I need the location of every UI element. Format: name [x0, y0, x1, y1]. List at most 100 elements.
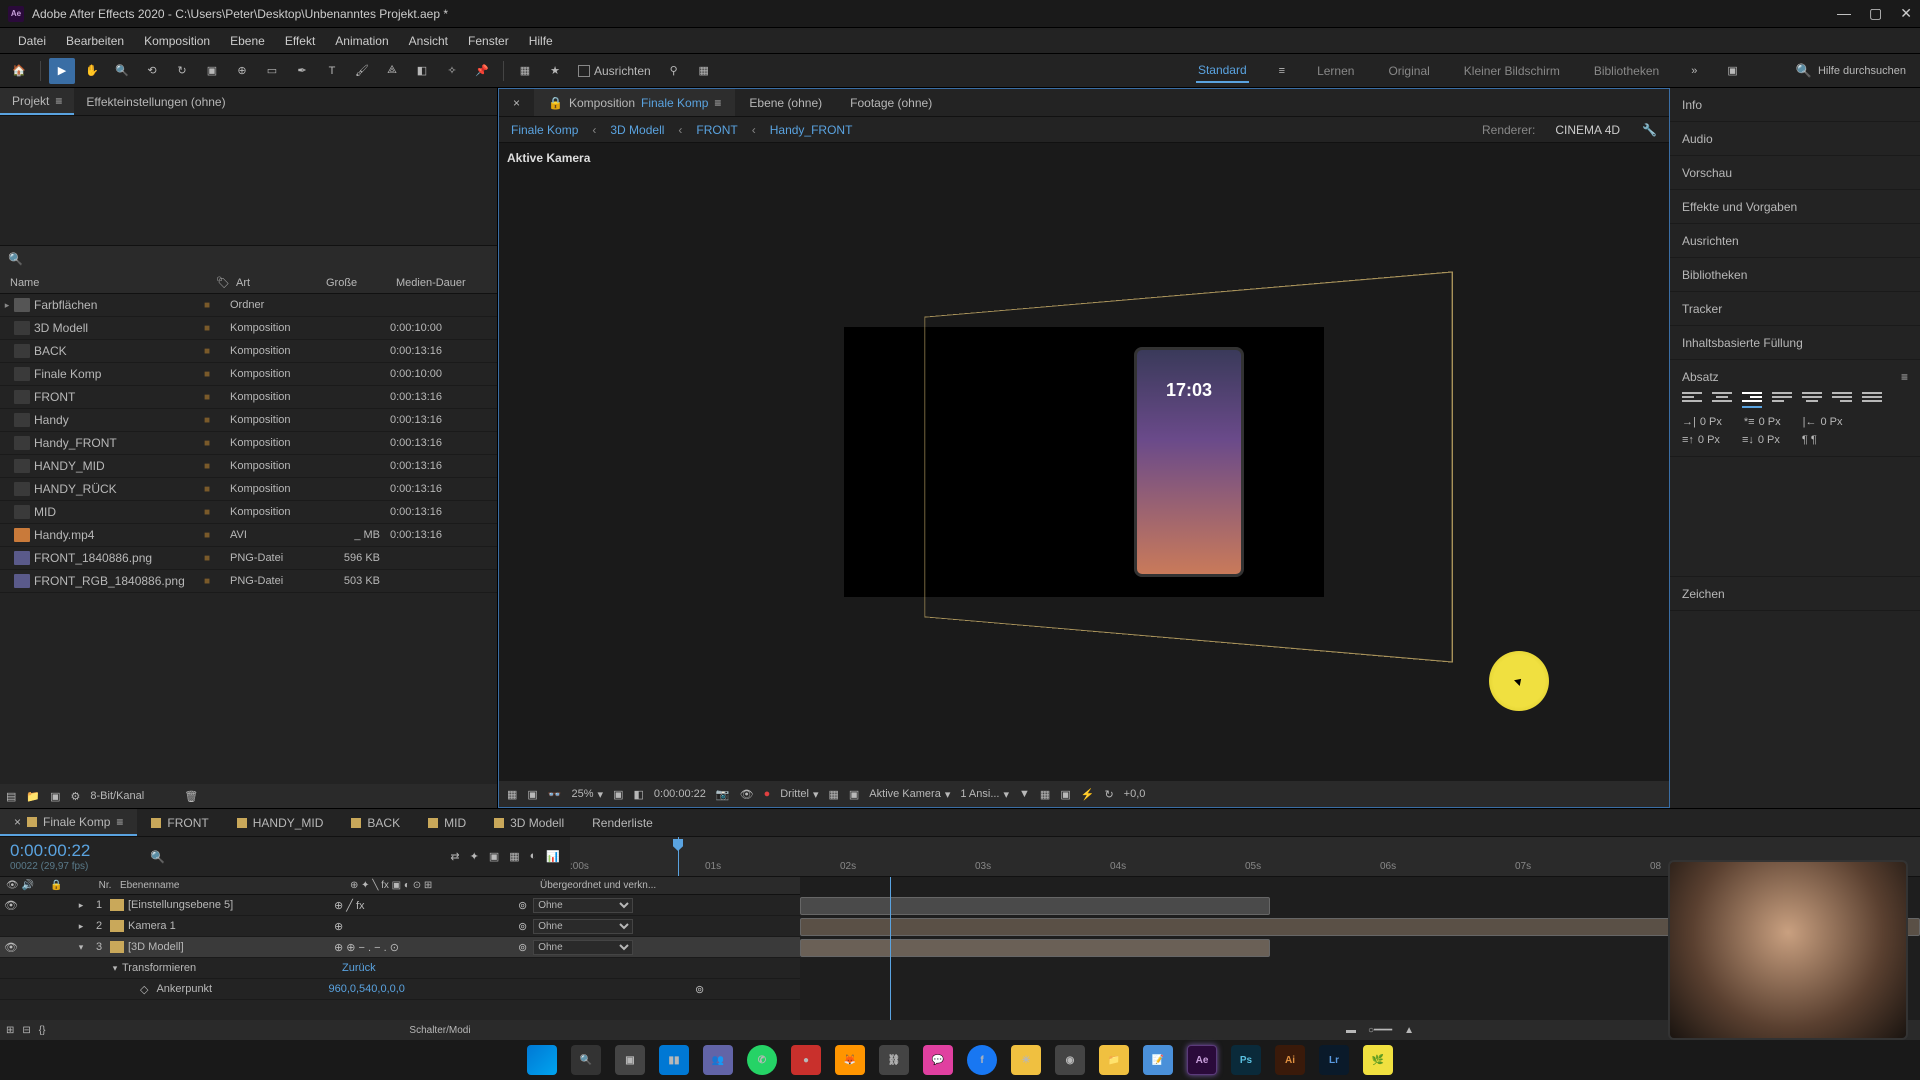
stamp-tool-icon[interactable]: ⟁ [379, 58, 405, 84]
panbehind-tool-icon[interactable]: ⊕ [229, 58, 255, 84]
comp-tab-close-icon[interactable]: × [499, 89, 534, 116]
absatz-title[interactable]: Absatz [1682, 370, 1719, 384]
composition-viewer[interactable]: Aktive Kamera 17:03 [499, 143, 1669, 781]
orbit-tool-icon[interactable]: ⟲ [139, 58, 165, 84]
guides-icon[interactable]: ▣ [1060, 788, 1070, 801]
indent-right[interactable]: |← 0 Px [1803, 416, 1843, 428]
workspace-klein[interactable]: Kleiner Bildschirm [1462, 60, 1562, 82]
tab-menu-icon[interactable]: ≡ [116, 815, 123, 829]
tag-swatch[interactable] [204, 391, 230, 403]
space-after[interactable]: ≡↓ 0 Px [1742, 434, 1780, 446]
workspace-frame-icon[interactable]: ▣ [1727, 64, 1737, 77]
header-ebenenname[interactable]: Ebenenname [120, 880, 350, 891]
app-icon[interactable]: ☀ [1011, 1045, 1041, 1075]
phone-layer[interactable]: 17:03 [1134, 347, 1244, 577]
transform-row[interactable]: ▾ Transformieren Zurück [0, 958, 800, 979]
region-icon[interactable]: ▣ [849, 788, 859, 801]
workspace-standard[interactable]: Standard [1196, 59, 1249, 83]
panel-audio[interactable]: Audio [1670, 122, 1920, 156]
maximize-button[interactable]: ▢ [1869, 5, 1882, 22]
tag-swatch[interactable] [204, 529, 230, 541]
panel-inhaltsbasiert[interactable]: Inhaltsbasierte Füllung [1670, 326, 1920, 360]
timeline-timecode[interactable]: 0:00:00:22 00022 (29,97 fps) [0, 837, 140, 876]
tab-effekteinstellungen[interactable]: Effekteinstellungen (ohne) [74, 88, 237, 115]
3d-icon[interactable]: ▼ [1019, 788, 1030, 800]
hand-tool-icon[interactable]: ✋ [79, 58, 105, 84]
panel-ausrichten[interactable]: Ausrichten [1670, 224, 1920, 258]
timeline-layer-row[interactable]: 👁 ▾ 3 [3D Modell] ⊕ ⊕ − . − . ⊙ ⊚ Ohne [0, 937, 800, 958]
align-center-icon[interactable] [1712, 392, 1732, 408]
zoom-tool-icon[interactable]: 🔍 [109, 58, 135, 84]
expand-arrow-icon[interactable]: ▸ [74, 921, 88, 932]
eraser-tool-icon[interactable]: ◧ [409, 58, 435, 84]
grid-icon[interactable]: ▦ [1040, 788, 1050, 801]
breadcrumb-item[interactable]: Finale Komp [511, 123, 578, 137]
camera-dropdown[interactable]: Aktive Kamera ▾ [869, 788, 950, 801]
tag-swatch[interactable] [204, 575, 230, 587]
expand-arrow-icon[interactable]: ▸ [74, 900, 88, 911]
tl-shy-icon[interactable]: ▣ [489, 850, 499, 863]
parent-dropdown[interactable]: ⊚ Ohne [508, 919, 708, 934]
layer-color-swatch[interactable] [110, 920, 124, 932]
close-tab-icon[interactable]: × [14, 815, 21, 829]
indent-left[interactable]: →| 0 Px [1682, 416, 1722, 428]
photoshop-icon[interactable]: Ps [1231, 1045, 1261, 1075]
tag-swatch[interactable] [204, 345, 230, 357]
snap-grid-icon[interactable]: ▦ [691, 58, 717, 84]
lock-icon[interactable]: 🔒 [548, 96, 563, 110]
renderer-value[interactable]: CINEMA 4D [1555, 123, 1620, 137]
explorer-icon[interactable]: 📁 [1099, 1045, 1129, 1075]
parent-dropdown[interactable]: ⊚ Ohne [508, 898, 708, 913]
tab-komposition[interactable]: 🔒 Komposition Finale Komp ≡ [534, 89, 735, 116]
visibility-toggle[interactable]: 👁 [0, 941, 22, 954]
header-groesse[interactable]: Große [326, 277, 396, 289]
start-button[interactable] [527, 1045, 557, 1075]
comp-timecode[interactable]: 0:00:00:22 [654, 788, 706, 800]
direction-icon[interactable]: ¶ ¶ [1802, 434, 1817, 446]
menu-animation[interactable]: Animation [325, 34, 398, 48]
notepad-icon[interactable]: 📝 [1143, 1045, 1173, 1075]
close-button[interactable]: ✕ [1900, 5, 1912, 22]
selection-tool-icon[interactable]: ▶ [49, 58, 75, 84]
app-icon[interactable]: 🌿 [1363, 1045, 1393, 1075]
justify-last-right-icon[interactable] [1832, 392, 1852, 408]
layer-name[interactable]: Kamera 1 [128, 920, 328, 932]
breadcrumb-item[interactable]: FRONT [696, 123, 737, 137]
mask-icon[interactable]: 👓 [548, 788, 562, 801]
justify-all-icon[interactable] [1862, 392, 1882, 408]
widgets-icon[interactable]: ▮▮ [659, 1045, 689, 1075]
zoom-dropdown[interactable]: 25% ▾ [572, 788, 604, 801]
whatsapp-icon[interactable]: ✆ [747, 1045, 777, 1075]
interpret-icon[interactable]: ▤ [6, 790, 16, 803]
pen-tool-icon[interactable]: ✒ [289, 58, 315, 84]
header-dauer[interactable]: Medien-Dauer [396, 277, 476, 289]
parent-dropdown[interactable]: ⊚ Ohne [508, 940, 708, 955]
project-search[interactable]: 🔍 [0, 246, 497, 272]
tab-menu-icon[interactable]: ≡ [55, 94, 62, 108]
tag-swatch[interactable] [204, 322, 230, 334]
views-dropdown[interactable]: 1 Ansi... ▾ [960, 788, 1009, 801]
search-icon[interactable]: 🔍 [150, 850, 165, 864]
show-snapshot-icon[interactable]: 👁 [740, 788, 754, 801]
shape-mode-icon[interactable]: ★ [542, 58, 568, 84]
alpha-icon[interactable]: ▦ [507, 788, 517, 801]
project-row[interactable]: HANDY_MID Komposition 0:00:13:16 [0, 455, 497, 478]
facebook-icon[interactable]: f [967, 1045, 997, 1075]
roto-tool-icon[interactable]: ✧ [439, 58, 465, 84]
breadcrumb-item[interactable]: Handy_FRONT [770, 123, 853, 137]
timeline-tab[interactable]: BACK [337, 809, 414, 836]
tab-footage[interactable]: Footage (ohne) [836, 89, 946, 116]
text-tool-icon[interactable]: T [319, 58, 345, 84]
menu-hilfe[interactable]: Hilfe [519, 34, 563, 48]
tag-swatch[interactable] [204, 552, 230, 564]
justify-last-center-icon[interactable] [1802, 392, 1822, 408]
panel-tracker[interactable]: Tracker [1670, 292, 1920, 326]
home-icon[interactable]: 🏠 [6, 58, 32, 84]
menu-ansicht[interactable]: Ansicht [399, 34, 458, 48]
snap-checkbox[interactable]: Ausrichten [572, 64, 657, 78]
toggle-switches-icon[interactable]: ⊞ [6, 1025, 14, 1036]
project-row[interactable]: FRONT_1840886.png PNG-Datei 596 KB [0, 547, 497, 570]
expand-arrow-icon[interactable]: ▸ [0, 300, 14, 311]
tag-swatch[interactable] [204, 414, 230, 426]
panel-menu-icon[interactable]: ≡ [1901, 370, 1908, 384]
